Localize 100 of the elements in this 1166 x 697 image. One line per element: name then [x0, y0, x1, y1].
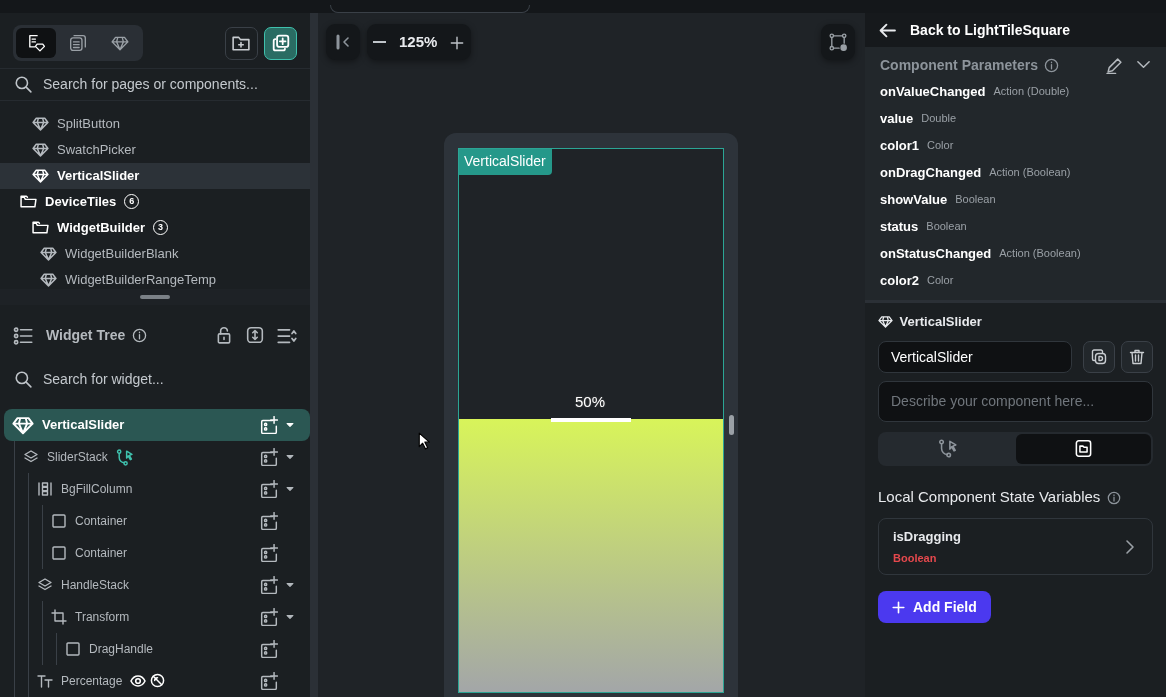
- plus-icon: [450, 35, 465, 50]
- component-item[interactable]: SplitButton: [0, 110, 310, 137]
- collapse-icon: [335, 34, 351, 50]
- component-icon: [32, 115, 49, 133]
- parameter-type: Action (Double): [993, 84, 1070, 100]
- edit-icon: [1106, 56, 1123, 74]
- pages-components-icon: [27, 34, 45, 53]
- state-variable-card[interactable]: isDragging Boolean: [878, 518, 1153, 575]
- drag-handle[interactable]: [551, 418, 631, 422]
- info-icon: [1044, 58, 1060, 74]
- file-icon: [1073, 439, 1093, 458]
- add-widget-icon: [259, 544, 278, 562]
- parameter-name: onDragChanged: [880, 163, 982, 182]
- logic-icon: [115, 448, 133, 466]
- tree-node[interactable]: SliderStack: [15, 441, 310, 473]
- add-page-icon: [271, 34, 290, 53]
- section-title: Local Component State Variables: [878, 486, 1101, 507]
- parameter-name: onValueChanged: [880, 82, 986, 101]
- name-field[interactable]: VerticalSlider: [878, 340, 1072, 373]
- parameter-name: onStatusChanged: [880, 244, 992, 263]
- tree-node[interactable]: HandleStack: [29, 569, 310, 601]
- value-label: 50%: [575, 391, 606, 412]
- add-page-button[interactable]: [264, 26, 297, 60]
- column-icon: [37, 481, 53, 497]
- parameter-type: Action (Boolean): [999, 246, 1081, 262]
- folder-icon: [20, 193, 37, 211]
- parameter-name: color1: [880, 136, 919, 155]
- tree-node[interactable]: DragHandle: [57, 633, 310, 665]
- add-widget-icon: [259, 512, 278, 530]
- crop-icon: [51, 609, 67, 625]
- add-widget-icon: [259, 672, 278, 690]
- add-widget-icon: [259, 608, 278, 626]
- tree-node[interactable]: Container: [43, 537, 310, 569]
- search-field[interactable]: Search for pages or components...: [0, 68, 310, 100]
- duplicate-icon: [1090, 348, 1107, 365]
- component-item[interactable]: WidgetBuilderBlank: [0, 240, 310, 267]
- new-folder-button[interactable]: [224, 26, 258, 60]
- add-field-button[interactable]: Add Field: [878, 591, 991, 623]
- pages-icon: [69, 34, 87, 53]
- info-icon: [131, 328, 147, 344]
- tree-node[interactable]: VerticalSlider: [4, 409, 310, 441]
- square-icon: [65, 641, 81, 657]
- component-item[interactable]: SwatchPicker: [0, 136, 310, 163]
- parameter-type: Boolean: [926, 219, 967, 235]
- minus-icon: [373, 41, 386, 43]
- component-title: VerticalSlider: [899, 313, 982, 331]
- tree-node[interactable]: Transform: [43, 601, 310, 633]
- layers-icon: [37, 577, 53, 593]
- graph-settings-icon: [829, 33, 847, 51]
- folder-item[interactable]: WidgetBuilder 3: [0, 214, 310, 241]
- variable-name: isDragging: [893, 528, 961, 546]
- tree-node[interactable]: Percentage: [29, 665, 310, 697]
- collapse-panel-button[interactable]: [326, 24, 360, 60]
- search-icon: [14, 75, 32, 94]
- add-widget-icon: [259, 416, 278, 434]
- component-item[interactable]: WidgetBuilderRangeTemp: [0, 266, 310, 289]
- add-widget-icon: [259, 576, 278, 594]
- parameter-type: Action (Boolean): [989, 165, 1071, 181]
- square-icon: [51, 545, 67, 561]
- view-tab[interactable]: [1015, 433, 1151, 464]
- component-icon: [111, 34, 129, 53]
- folder-plus-icon: [232, 34, 250, 53]
- component-icon: [40, 271, 57, 289]
- duplicate-button[interactable]: [1082, 340, 1115, 373]
- folder-icon: [32, 219, 49, 237]
- add-widget-icon: [259, 640, 278, 658]
- tree-node[interactable]: BgFillColumn: [29, 473, 310, 505]
- mode-tab[interactable]: [16, 28, 56, 59]
- component-icon: [40, 245, 57, 263]
- hidden-icon: [149, 673, 165, 688]
- parameter-name: showValue: [880, 190, 948, 209]
- component-icon: [32, 141, 49, 159]
- parameter-type: Color: [927, 138, 954, 154]
- component-item[interactable]: VerticalSlider: [0, 162, 310, 189]
- panel-title: Widget Tree: [46, 326, 126, 346]
- folder-item[interactable]: DeviceTiles 6: [0, 188, 310, 215]
- tree-node[interactable]: Container: [43, 505, 310, 537]
- lock-icon: [215, 325, 233, 344]
- parameter-name: color2: [880, 271, 919, 290]
- component-icon: [32, 167, 49, 185]
- resize-handle[interactable]: [140, 295, 170, 299]
- add-widget-icon: [259, 448, 278, 466]
- layers-icon: [23, 449, 39, 465]
- search-icon: [14, 370, 32, 389]
- component-icon: [12, 414, 34, 436]
- resize-handle[interactable]: [729, 415, 734, 435]
- add-widget-icon: [259, 480, 278, 498]
- description-field[interactable]: Describe your component here...: [878, 380, 1153, 422]
- section-title: Component Parameters: [880, 55, 1038, 75]
- parameter-name: value: [880, 109, 914, 128]
- delete-button[interactable]: [1121, 340, 1153, 373]
- parameter-type: Boolean: [955, 192, 996, 208]
- scrollbar[interactable]: [310, 13, 318, 697]
- visibility-icons[interactable]: [130, 673, 165, 689]
- search-field[interactable]: Search for widget...: [0, 362, 310, 397]
- graph-settings-button[interactable]: [821, 24, 855, 60]
- back-button[interactable]: [879, 21, 896, 39]
- logic-icon: [938, 439, 958, 458]
- variable-type: Boolean: [893, 550, 938, 566]
- trash-icon: [1129, 348, 1145, 365]
